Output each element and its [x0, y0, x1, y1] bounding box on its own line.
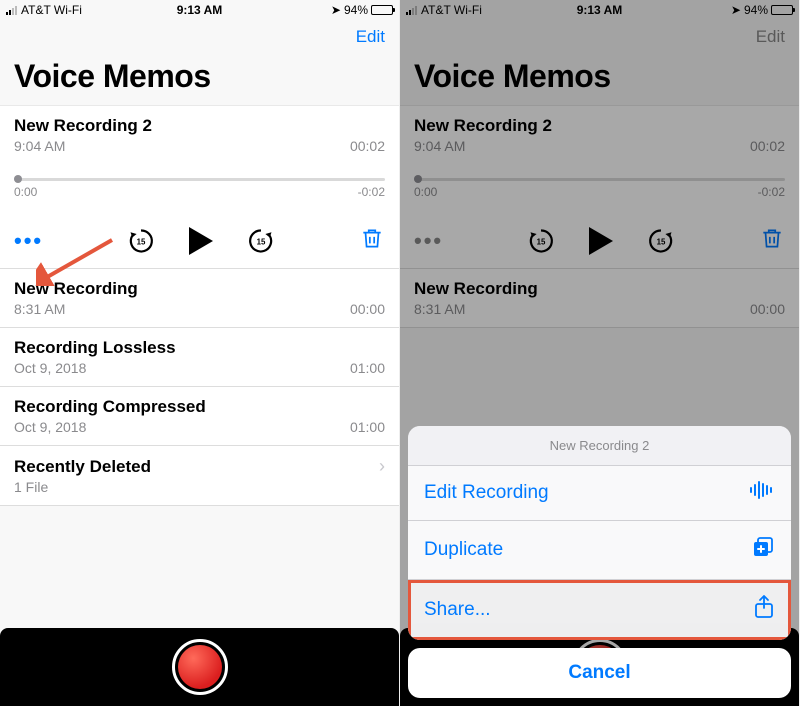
memo-title: New Recording [14, 279, 385, 299]
more-options-button[interactable]: ••• [14, 236, 43, 246]
action-label: Edit Recording [424, 482, 549, 504]
action-sheet-title: New Recording 2 [408, 426, 791, 466]
recently-deleted-title: Recently Deleted [14, 457, 151, 477]
scrub-start-label: 0:00 [14, 185, 37, 199]
action-label: Duplicate [424, 539, 503, 561]
scrubber[interactable] [14, 178, 385, 181]
action-edit-recording[interactable]: Edit Recording [408, 466, 791, 521]
memo-row[interactable]: Recording Lossless Oct 9, 2018 01:00 [0, 328, 399, 387]
memo-subtitle: 8:31 AM [14, 301, 65, 317]
delete-button[interactable] [359, 225, 385, 256]
memo-title: New Recording 2 [14, 116, 152, 136]
memo-subtitle: Oct 9, 2018 [14, 360, 86, 376]
memo-title: Recording Compressed [14, 397, 385, 417]
action-sheet: New Recording 2 Edit Recording Duplicate… [408, 426, 791, 698]
memo-subtitle: 9:04 AM [14, 138, 65, 154]
memo-row[interactable]: Recording Compressed Oct 9, 2018 01:00 [0, 387, 399, 446]
battery-icon [371, 5, 393, 15]
memo-duration: 00:02 [350, 138, 385, 154]
memo-duration: 01:00 [350, 419, 385, 435]
recently-deleted-row[interactable]: Recently Deleted › 1 File [0, 446, 399, 506]
action-cancel[interactable]: Cancel [408, 648, 791, 698]
skip-back-15-button[interactable]: 15 [127, 227, 155, 255]
memo-row[interactable]: New Recording 8:31 AM 00:00 [0, 269, 399, 328]
memo-duration: 00:00 [350, 301, 385, 317]
carrier-label: AT&T Wi-Fi [21, 3, 82, 17]
screenshot-right: AT&T Wi-Fi 9:13 AM ➤ 94% Edit Voice Memo… [400, 0, 800, 706]
action-share[interactable]: Share... [408, 580, 791, 640]
memo-duration: 01:00 [350, 360, 385, 376]
playback-panel: 0:00 -0:02 ••• 15 15 [0, 164, 399, 269]
recently-deleted-subtitle: 1 File [14, 479, 48, 495]
play-button[interactable] [189, 227, 213, 255]
chevron-right-icon: › [379, 456, 385, 477]
skip-forward-15-button[interactable]: 15 [247, 227, 275, 255]
svg-text:15: 15 [257, 237, 266, 246]
signal-icon [6, 5, 17, 15]
record-footer [0, 628, 399, 706]
edit-button[interactable]: Edit [356, 27, 385, 47]
svg-text:15: 15 [137, 237, 146, 246]
scrub-end-label: -0:02 [358, 185, 385, 199]
location-icon: ➤ [331, 3, 341, 17]
duplicate-icon [751, 535, 775, 565]
battery-pct-label: 94% [344, 3, 368, 17]
record-button[interactable] [172, 639, 228, 695]
screenshot-left: AT&T Wi-Fi 9:13 AM ➤ 94% Edit Voice Memo… [0, 0, 400, 706]
memo-expanded-header[interactable]: New Recording 2 9:04 AM 00:02 [0, 106, 399, 164]
action-label: Share... [424, 599, 491, 621]
memo-subtitle: Oct 9, 2018 [14, 419, 86, 435]
memo-title: Recording Lossless [14, 338, 385, 358]
clock-label: 9:13 AM [135, 3, 264, 17]
action-duplicate[interactable]: Duplicate [408, 521, 791, 580]
page-title: Voice Memos [0, 54, 399, 106]
nav-bar: Edit [0, 20, 399, 54]
status-bar: AT&T Wi-Fi 9:13 AM ➤ 94% [0, 0, 399, 20]
waveform-icon [749, 480, 775, 506]
share-icon [753, 594, 775, 626]
